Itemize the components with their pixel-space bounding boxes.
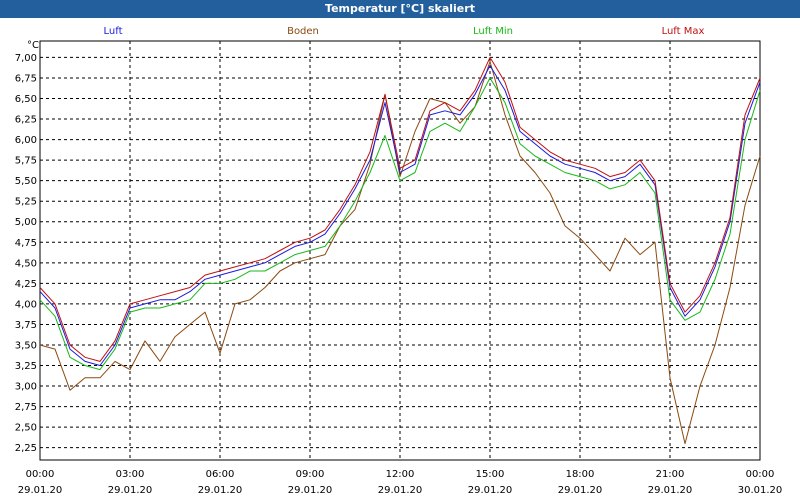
y-tick-label: 3,75 bbox=[15, 320, 37, 331]
y-axis-label: °C bbox=[27, 40, 39, 51]
temperature-chart: 7,00 6,75 6,50 6,25 6,00 5,75 5,50 5,25 5,00 4,75… bbox=[15, 26, 783, 496]
y-tick-label: 4,75 bbox=[15, 238, 37, 249]
legend-luft-min: Luft Min bbox=[473, 26, 513, 37]
y-tick-label: 6,50 bbox=[15, 94, 37, 105]
x-tick-time: 21:00 bbox=[656, 469, 685, 480]
x-tick-date: 29.01.20 bbox=[648, 485, 693, 496]
x-tick-time: 03:00 bbox=[116, 469, 145, 480]
y-tick-label: 3,50 bbox=[15, 340, 37, 351]
y-tick-label: 5,00 bbox=[15, 217, 37, 228]
y-tick-label: 5,50 bbox=[15, 176, 37, 187]
y-tick-label: 2,75 bbox=[15, 402, 37, 413]
y-tick-label: 2,50 bbox=[15, 423, 37, 434]
y-tick-label: 7,00 bbox=[15, 53, 37, 64]
x-tick-date: 29.01.20 bbox=[288, 485, 333, 496]
y-tick-label: 3,00 bbox=[15, 382, 37, 393]
y-tick-label: 2,25 bbox=[15, 443, 37, 454]
x-tick-date: 29.01.20 bbox=[468, 485, 513, 496]
y-axis-ticks: 7,00 6,75 6,50 6,25 6,00 5,75 5,50 5,25 5,00 4,75… bbox=[15, 53, 37, 454]
legend-luft: Luft bbox=[104, 26, 123, 37]
y-tick-label: 6,75 bbox=[15, 73, 37, 84]
x-tick-time: 15:00 bbox=[476, 469, 505, 480]
y-tick-label: 3,25 bbox=[15, 361, 37, 372]
y-tick-label: 6,25 bbox=[15, 115, 37, 126]
x-axis-ticks: 00:00 29.01.20 03:00 29.01.20 06:00 29.01.20 0… bbox=[18, 469, 783, 496]
x-tick-time: 09:00 bbox=[296, 469, 325, 480]
legend-luft-max: Luft Max bbox=[662, 26, 705, 37]
y-tick-label: 4,50 bbox=[15, 258, 37, 269]
legend-boden: Boden bbox=[287, 26, 319, 37]
x-tick-date: 29.01.20 bbox=[198, 485, 243, 496]
x-tick-time: 00:00 bbox=[26, 469, 55, 480]
x-tick-date: 29.01.20 bbox=[378, 485, 423, 496]
x-tick-date: 30.01.20 bbox=[738, 485, 783, 496]
y-tick-label: 4,25 bbox=[15, 279, 37, 290]
x-tick-time: 18:00 bbox=[566, 469, 595, 480]
chart-window: Temperatur [°C] skaliert 7,00 6,75 6,50 6,2… bbox=[0, 0, 800, 500]
x-tick-time: 12:00 bbox=[386, 469, 415, 480]
x-tick-date: 29.01.20 bbox=[108, 485, 153, 496]
x-tick-time: 00:00 bbox=[746, 469, 775, 480]
y-tick-label: 6,00 bbox=[15, 135, 37, 146]
y-tick-label: 5,75 bbox=[15, 156, 37, 167]
y-tick-label: 4,00 bbox=[15, 299, 37, 310]
y-tick-label: 5,25 bbox=[15, 197, 37, 208]
x-tick-date: 29.01.20 bbox=[18, 485, 63, 496]
x-tick-date: 29.01.20 bbox=[558, 485, 603, 496]
x-tick-time: 06:00 bbox=[206, 469, 235, 480]
